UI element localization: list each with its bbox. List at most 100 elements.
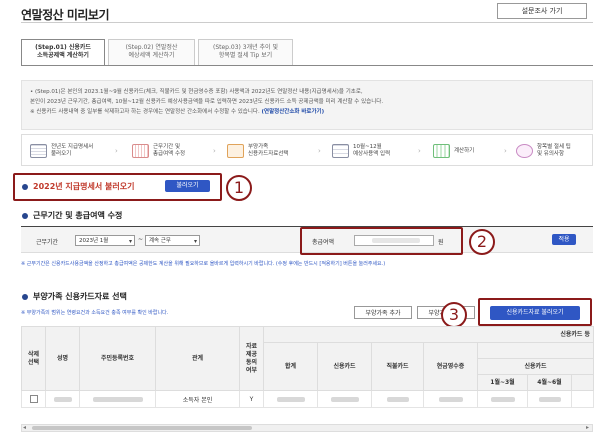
header-credit: 신용카드	[317, 342, 372, 391]
notice-box: • (Step.01)은 본인의 2023.1월~9월 신용카드(체크, 직불카…	[21, 80, 593, 130]
scroll-left-icon[interactable]: ◂	[23, 424, 26, 431]
period-note: ※ 근무기간은 신용카드사용금액을 산정하고 총급여액은 공제한도 계산을 위해…	[21, 261, 386, 267]
blurred-value	[438, 396, 463, 402]
step-label: 계산하기	[454, 147, 475, 154]
header-month-3	[570, 374, 595, 391]
period-label: 근무기간	[36, 239, 59, 246]
header-sub-credit: 신용카드	[476, 358, 595, 375]
header-name: 성명	[45, 326, 80, 391]
step-label: 전년도 지급명세서	[51, 144, 94, 150]
step-expected-usage: 10월~12월 예상사용액 입력	[332, 138, 390, 164]
tab-step-01[interactable]: (Step.01) 신용카드 소득공제액 계산하기	[21, 39, 105, 66]
chevron-right-icon: ›	[213, 147, 216, 155]
section-load-statement: 2022년 지급명세서 불러오기	[22, 181, 134, 192]
tab-label-line2: 항목별 절세 Tip 보기	[218, 52, 273, 59]
header-month-1: 1월~3월	[477, 374, 528, 391]
step-dependent-card: 부양가족 신용카드자료선택	[227, 138, 288, 164]
step-label: 부양가족	[248, 144, 269, 150]
tab-step-02[interactable]: (Step.02) 연말정산 예상세액 계산하기	[108, 39, 195, 66]
highlight-box-2	[300, 227, 463, 255]
relation-cell: 소득자 본인	[155, 390, 240, 408]
process-steps: 전년도 지급명세서 불러오기 › 근무기간 및 총급여액 수정 › 부양가족 신용카드…	[21, 134, 593, 166]
step-label: 및 유의사항	[537, 151, 565, 157]
section-title: 2022년 지급명세서 불러오기	[33, 182, 135, 191]
document-icon	[30, 144, 47, 158]
header-month-2: 4월~6월	[527, 374, 572, 391]
add-dependent-button[interactable]: 부양가족 추가	[354, 306, 412, 319]
tab-label-line1: (Step.01) 신용카드	[35, 44, 91, 51]
section-title: 부양가족 신용카드자료 선택	[33, 292, 127, 301]
table-row: 소득자 본인 Y	[21, 390, 595, 408]
step-prev-statement: 전년도 지급명세서 불러오기	[30, 138, 93, 164]
apply-button[interactable]: 적용	[552, 234, 576, 245]
blurred-rrn	[92, 396, 143, 402]
simplified-service-link[interactable]: (연말정산간소화 바로가기)	[262, 109, 325, 115]
step-label: 항목별 절세 팁	[537, 144, 571, 150]
load-card-data-button[interactable]: 신용카드자료 불러오기	[490, 306, 580, 320]
header-delete: 삭제 선택	[21, 326, 46, 391]
chevron-right-icon: ›	[418, 147, 421, 155]
header-credit-group: 신용카드 등	[262, 326, 595, 343]
start-month-select[interactable]: 2023년 1월	[75, 235, 135, 247]
blurred-name	[53, 396, 72, 402]
notice-line-3: ※ 신용카드 사용내역 중 일부를 삭제하고자 하는 경우에는 연말정산 간소화…	[30, 107, 584, 117]
title-divider	[21, 22, 593, 23]
blurred-value	[276, 396, 305, 402]
tab-step-03[interactable]: (Step.03) 3개년 추이 및 항목별 절세 Tip 보기	[198, 39, 293, 66]
step-label: 불러오기	[51, 151, 72, 157]
header-total: 합계	[263, 342, 318, 391]
tab-label-line2: 소득공제액 계산하기	[37, 52, 89, 59]
section-work-period: 근무기간 및 총급여액 수정	[22, 210, 122, 221]
end-month-select[interactable]: 계속 근무	[145, 235, 200, 247]
tip-icon	[516, 144, 533, 158]
step-label: 근무기간 및	[153, 144, 181, 150]
blurred-value	[490, 396, 515, 402]
row-checkbox[interactable]	[29, 395, 38, 403]
step-calculate: 계산하기	[433, 138, 474, 164]
section-title: 근무기간 및 총급여액 수정	[33, 211, 123, 220]
blurred-value	[538, 396, 561, 402]
consent-cell: Y	[239, 390, 264, 408]
header-cash: 현금영수증	[423, 342, 478, 391]
bullet-icon	[22, 183, 28, 190]
notice-line-2: 본인이 2023년 근무기간, 총급여액, 10월~12월 신용카드 예상사용금…	[30, 99, 384, 105]
section-dependent-card: 부양가족 신용카드자료 선택	[22, 291, 127, 302]
header-relation: 관계	[155, 326, 240, 391]
step-edit-period: 근무기간 및 총급여액 수정	[132, 138, 185, 164]
survey-button[interactable]: 설문조사 가기	[497, 3, 587, 19]
tab-divider	[21, 65, 593, 66]
blurred-value	[330, 396, 359, 402]
chevron-right-icon: ›	[318, 147, 321, 155]
tab-label-line1: (Step.03) 3개년 추이 및	[212, 44, 279, 51]
scroll-thumb[interactable]	[32, 426, 252, 430]
step-label: 예상사용액 입력	[353, 151, 391, 157]
scroll-right-icon[interactable]: ▸	[586, 424, 589, 431]
notice-line-1: • (Step.01)은 본인의 2023.1월~9월 신용카드(체크, 직불카…	[30, 89, 363, 95]
tab-label-line1: (Step.02) 연말정산	[125, 44, 178, 51]
load-statement-button[interactable]: 불러오기	[165, 180, 210, 192]
step-marker-3: 3	[441, 302, 467, 328]
blurred-value	[386, 396, 409, 402]
tab-label-line2: 예상세액 계산하기	[128, 52, 175, 59]
step-label: 10월~12월	[353, 144, 382, 150]
step-marker-2: 2	[469, 229, 495, 255]
page-title: 연말정산 미리보기	[21, 8, 110, 22]
header-debit: 직불카드	[371, 342, 424, 391]
form-icon	[332, 144, 349, 158]
chevron-right-icon: ›	[115, 147, 118, 155]
chevron-right-icon: ›	[504, 147, 507, 155]
bullet-icon	[22, 293, 28, 300]
range-separator: ~	[138, 236, 144, 243]
header-spacer	[476, 342, 595, 359]
calculator-icon	[433, 144, 450, 158]
step-marker-1: 1	[226, 175, 252, 201]
step-label: 총급여액 수정	[153, 151, 186, 157]
calendar-icon	[132, 144, 149, 158]
monitor-icon	[227, 144, 244, 158]
step-tips: 항목별 절세 팁및 유의사항	[516, 138, 571, 164]
header-consent: 자료 제공 동의 여부	[239, 326, 264, 391]
dependent-note: ※ 부양가족의 범위는 연령요건과 소득요건 충족 여부를 확인 바랍니다.	[21, 310, 169, 316]
notice-line-3-text: ※ 신용카드 사용내역 중 일부를 삭제하고자 하는 경우에는 연말정산 간소화…	[30, 109, 262, 115]
step-label: 신용카드자료선택	[248, 151, 289, 157]
header-rrn: 주민등록번호	[79, 326, 156, 391]
